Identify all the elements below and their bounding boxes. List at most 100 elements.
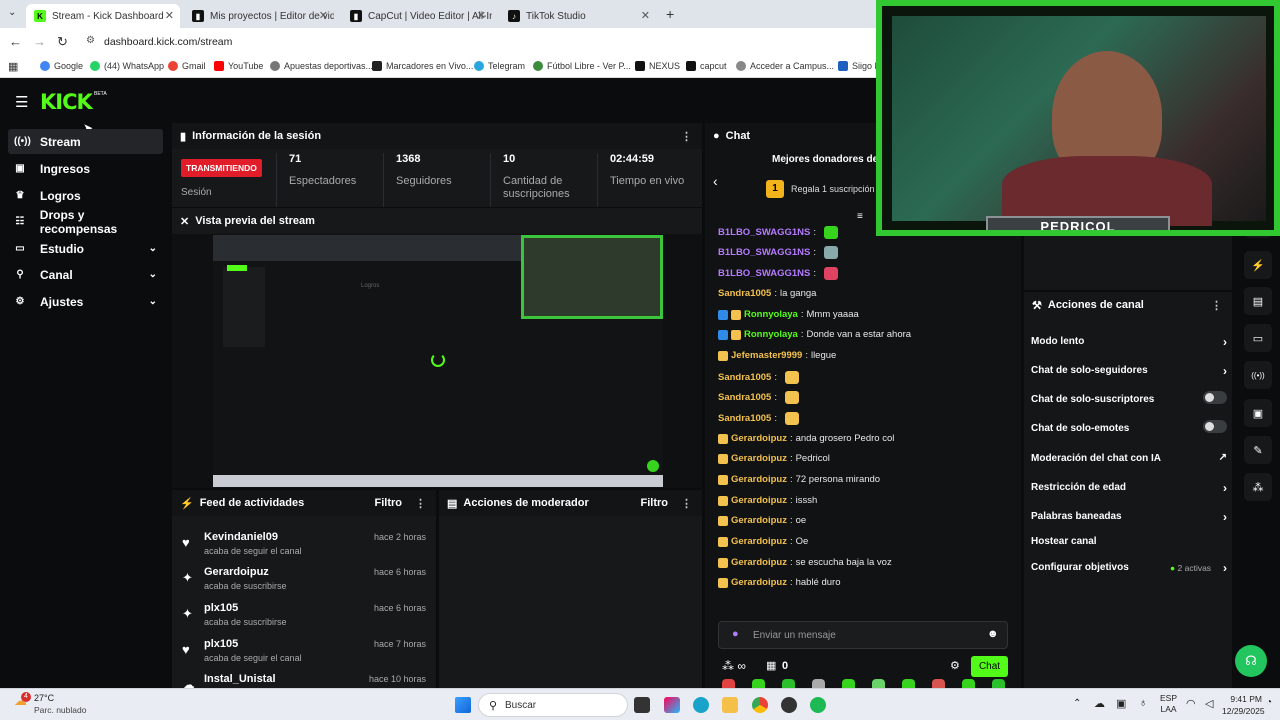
- bookmark-marcadores[interactable]: Marcadores en Vivo...: [372, 61, 473, 71]
- windows-start-icon[interactable]: [455, 697, 471, 713]
- chat-send-button[interactable]: Chat: [971, 656, 1008, 677]
- reload-icon[interactable]: ↻: [57, 34, 68, 50]
- explorer-icon[interactable]: [722, 697, 738, 713]
- emoji-icon[interactable]: ☻: [987, 628, 999, 640]
- chat-username[interactable]: Sandra1005: [718, 413, 771, 424]
- back-icon[interactable]: ←: [9, 34, 22, 49]
- chat-username[interactable]: Ronnyolaya: [744, 309, 798, 320]
- filter-lines-icon[interactable]: ≡: [857, 211, 863, 222]
- chat-username[interactable]: Gerardoipuz: [731, 453, 787, 464]
- action-ai-moderation[interactable]: Moderación del chat con IA ↗: [1031, 452, 1227, 464]
- activity-user[interactable]: Instal_Unistal: [204, 673, 276, 685]
- action-age-restriction[interactable]: Restricción de edad ›: [1031, 481, 1227, 495]
- chat-username[interactable]: Gerardoipuz: [731, 536, 787, 547]
- kick-logo[interactable]: KICK: [40, 90, 93, 114]
- tab-capcut[interactable]: ▮ CapCut | Video Editor | All-In-O ✕: [342, 4, 492, 28]
- tab-list-chevron-icon[interactable]: ⌄: [8, 7, 16, 18]
- points-infinity-icon[interactable]: ⁂ ∞: [722, 659, 746, 673]
- menu-hamburger-icon[interactable]: ☰: [15, 93, 28, 111]
- url-field[interactable]: dashboard.kick.com/stream: [104, 36, 232, 48]
- subscribers-only-toggle[interactable]: [1203, 391, 1227, 404]
- clock[interactable]: 9:41 PM 12/29/2025: [1222, 693, 1265, 717]
- sidebar-item-stream[interactable]: ((•)) Stream: [8, 129, 163, 154]
- layout-icon[interactable]: ▣: [1244, 399, 1272, 427]
- wifi-icon[interactable]: ◠: [1186, 697, 1196, 710]
- action-configure-goals[interactable]: Configurar objetivos ● 2 activas ›: [1031, 561, 1227, 575]
- sidebar-item-logros[interactable]: ♛ Logros: [8, 183, 163, 208]
- chat-username[interactable]: Gerardoipuz: [731, 433, 787, 444]
- close-tab-icon[interactable]: ✕: [477, 9, 486, 22]
- forward-icon[interactable]: →: [33, 34, 46, 49]
- action-slow-mode[interactable]: Modo lento ›: [1031, 335, 1227, 349]
- chrome-icon[interactable]: [752, 697, 768, 713]
- more-options-icon[interactable]: ⋮: [1211, 299, 1222, 312]
- chat-username[interactable]: Gerardoipuz: [731, 495, 787, 506]
- lightning-icon[interactable]: ⚡: [1244, 251, 1272, 279]
- tray-app-icon[interactable]: ▣: [1116, 697, 1126, 710]
- microphone-icon[interactable]: ●: [732, 628, 739, 640]
- bookmark-gmail[interactable]: Gmail: [168, 61, 206, 71]
- chat-icon[interactable]: ▭: [1244, 324, 1272, 352]
- chat-username[interactable]: B1LBO_SWAGG1NS: [718, 268, 810, 279]
- bookmark-google[interactable]: Google: [40, 61, 83, 71]
- stream-preview-video[interactable]: Logros: [213, 235, 663, 487]
- support-headset-button[interactable]: ☊: [1235, 645, 1267, 677]
- filter-button[interactable]: Filtro: [375, 497, 403, 509]
- chat-username[interactable]: Sandra1005: [718, 372, 771, 383]
- tray-chevron-icon[interactable]: ⌃: [1073, 698, 1081, 709]
- bookmark-futbol-libre[interactable]: Fútbol Libre - Ver P...: [533, 61, 631, 71]
- chat-input[interactable]: ● Enviar un mensaje ☻: [718, 621, 1008, 649]
- close-tab-icon[interactable]: ✕: [641, 9, 650, 22]
- close-tab-icon[interactable]: ✕: [165, 9, 174, 22]
- bookmark-youtube[interactable]: YouTube: [214, 61, 263, 71]
- site-info-icon[interactable]: ⚙: [86, 35, 95, 46]
- store-icon[interactable]: ▦: [766, 659, 776, 672]
- sidebar-item-canal[interactable]: ⚲ Canal ⌄: [8, 262, 163, 287]
- filter-button[interactable]: Filtro: [641, 497, 669, 509]
- activity-user[interactable]: Kevindaniel09: [204, 531, 278, 543]
- bookmark-siigo[interactable]: Siigo F: [838, 61, 880, 71]
- notification-bell-icon[interactable]: ◔: [1266, 697, 1272, 708]
- activity-user[interactable]: plx105: [204, 602, 238, 614]
- chat-settings-icon[interactable]: ⚙: [950, 659, 960, 672]
- bookmark-telegram[interactable]: Telegram: [474, 61, 525, 71]
- language-indicator[interactable]: ESP LAA: [1160, 693, 1177, 715]
- action-followers-only[interactable]: Chat de solo-seguidores ›: [1031, 364, 1227, 378]
- taskview-icon[interactable]: [634, 697, 650, 713]
- document-icon[interactable]: ▤: [1244, 287, 1272, 315]
- chat-username[interactable]: Gerardoipuz: [731, 557, 787, 568]
- emotes-only-toggle[interactable]: [1203, 420, 1227, 433]
- onedrive-icon[interactable]: ☁: [1094, 697, 1105, 710]
- sidebar-item-ajustes[interactable]: ⚙ Ajustes ⌄: [8, 289, 163, 314]
- sidebar-item-drops[interactable]: ☷ Drops y recompensas: [8, 208, 163, 236]
- broadcast-icon[interactable]: ((•)): [1244, 361, 1272, 389]
- chat-username[interactable]: Jefemaster9999: [731, 350, 802, 361]
- chevron-left-icon[interactable]: ‹: [713, 173, 718, 189]
- bookmark-apuestas[interactable]: Apuestas deportivas...: [270, 61, 373, 71]
- microphone-tray-icon[interactable]: ♁: [1139, 697, 1147, 709]
- sidebar-item-estudio[interactable]: ▭ Estudio ⌄: [8, 236, 163, 261]
- chat-username[interactable]: Gerardoipuz: [731, 474, 787, 485]
- activity-user[interactable]: Gerardoipuz: [204, 566, 269, 578]
- more-options-icon[interactable]: ⋮: [681, 497, 692, 510]
- tab-editor-video[interactable]: ▮ Mis proyectos | Editor de video ✕: [184, 4, 334, 28]
- activity-user[interactable]: plx105: [204, 638, 238, 650]
- copilot-icon[interactable]: [664, 697, 680, 713]
- bookmark-nexus[interactable]: NEXUS: [635, 61, 680, 71]
- chat-username[interactable]: Ronnyolaya: [744, 329, 798, 340]
- tab-tiktok-studio[interactable]: ♪ TikTok Studio ✕: [500, 4, 656, 28]
- more-options-icon[interactable]: ⋮: [415, 497, 426, 510]
- volume-icon[interactable]: ◁: [1205, 697, 1213, 710]
- obs-icon[interactable]: [781, 697, 797, 713]
- bookmark-campus[interactable]: Acceder a Campus...: [736, 61, 834, 71]
- new-tab-button[interactable]: +: [666, 6, 674, 22]
- chat-username[interactable]: B1LBO_SWAGG1NS: [718, 227, 810, 238]
- chat-username[interactable]: Sandra1005: [718, 392, 771, 403]
- action-host-channel[interactable]: Hostear canal: [1031, 536, 1227, 547]
- bookmark-capcut[interactable]: capcut: [686, 61, 727, 71]
- close-tab-icon[interactable]: ✕: [319, 9, 328, 22]
- chat-username[interactable]: Sandra1005: [718, 288, 771, 299]
- taskbar-search[interactable]: ⚲ Buscar: [478, 693, 628, 717]
- apps-grid-icon[interactable]: ▦: [8, 60, 18, 73]
- chat-username[interactable]: B1LBO_SWAGG1NS: [718, 247, 810, 258]
